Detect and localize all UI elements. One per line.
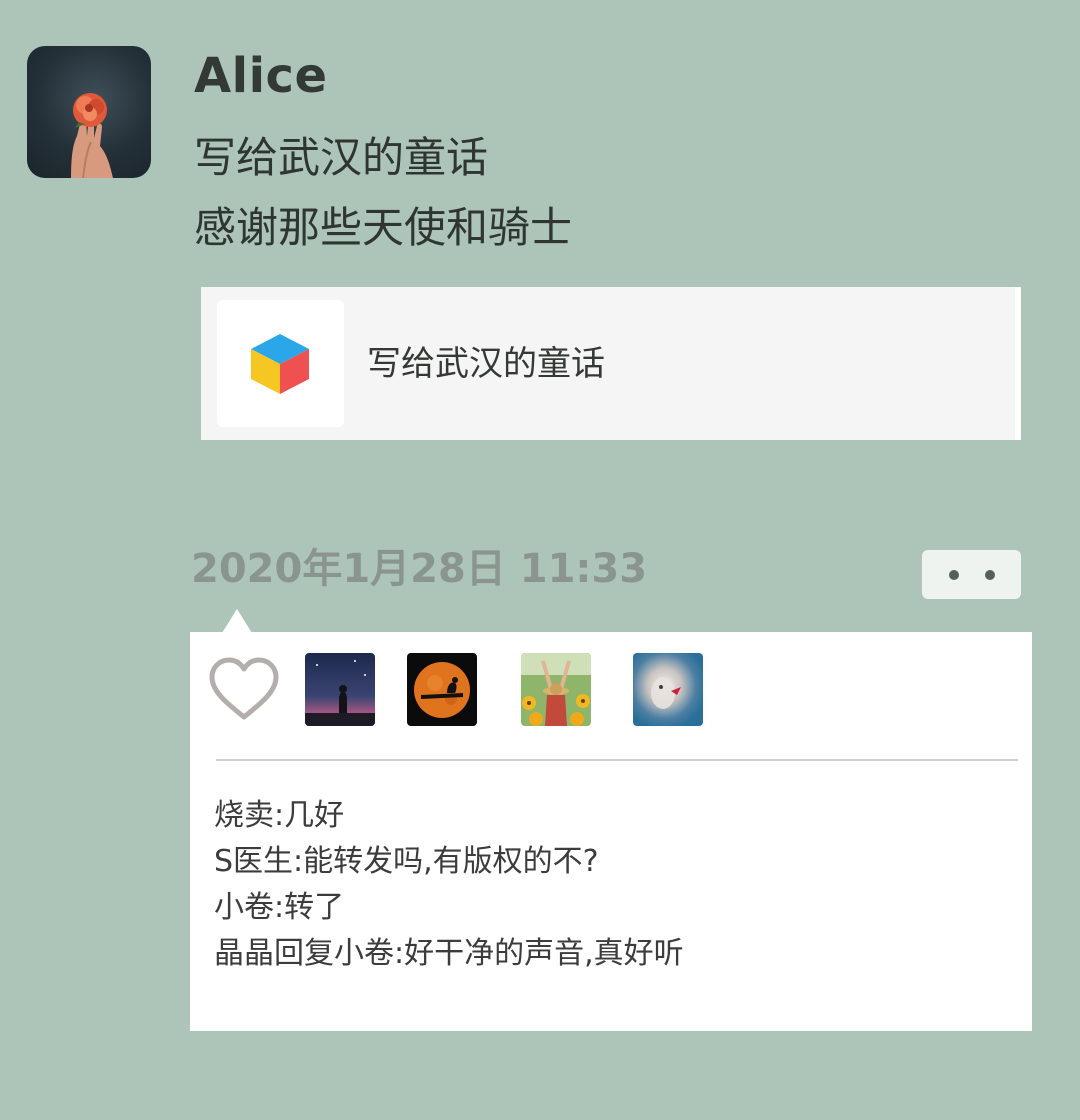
comment-item[interactable]: S医生:能转发吗,有版权的不? bbox=[214, 839, 1014, 885]
heart-outline-icon bbox=[209, 657, 279, 720]
link-thumbnail bbox=[217, 300, 344, 427]
liker-avatar-4[interactable] bbox=[633, 653, 703, 726]
panel-divider bbox=[216, 759, 1018, 761]
post-text-line-1: 写给武汉的童话 bbox=[194, 133, 489, 182]
link-title[interactable]: 写给武汉的童话 bbox=[367, 340, 605, 388]
author-name[interactable]: Alice bbox=[194, 44, 328, 108]
more-dot-icon bbox=[985, 570, 995, 580]
cube-app-icon bbox=[251, 334, 309, 394]
more-dot-icon bbox=[949, 570, 959, 580]
comment-item[interactable]: 晶晶回复小卷:好干净的声音,真好听 bbox=[214, 931, 1014, 977]
comment-list: 烧卖:几好 S医生:能转发吗,有版权的不? 小卷:转了 晶晶回复小卷:好干净的声… bbox=[214, 793, 1014, 977]
panel-pointer bbox=[222, 609, 252, 633]
liker-avatar-2[interactable] bbox=[407, 653, 477, 726]
more-options-button[interactable] bbox=[922, 550, 1021, 599]
post-text-line-2: 感谢那些天使和骑士 bbox=[194, 203, 573, 252]
post-timestamp: 2020年1月28日 11:33 bbox=[191, 546, 648, 592]
comment-item[interactable]: 小卷:转了 bbox=[214, 885, 1014, 931]
comment-item[interactable]: 烧卖:几好 bbox=[214, 793, 1014, 839]
liker-avatar-1[interactable] bbox=[305, 653, 375, 726]
shared-link-card[interactable] bbox=[201, 287, 1021, 440]
author-avatar[interactable] bbox=[27, 46, 151, 178]
liker-avatar-3[interactable] bbox=[521, 653, 591, 726]
link-card-body bbox=[201, 287, 1015, 440]
